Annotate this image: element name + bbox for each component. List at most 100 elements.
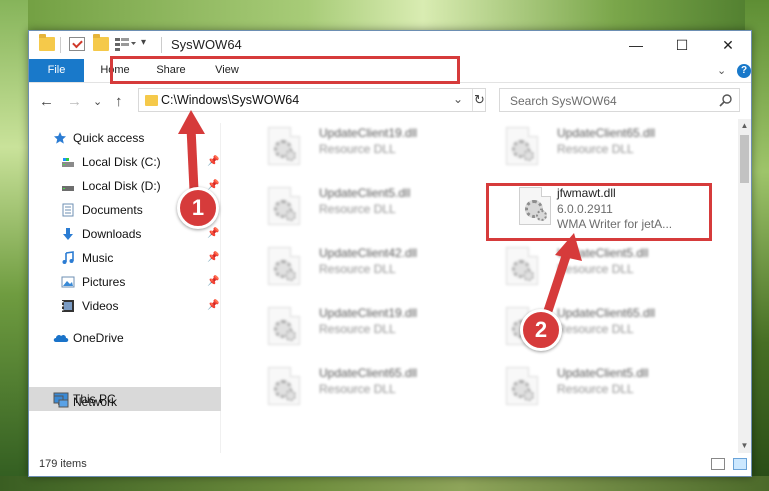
pin-icon[interactable]: 📌 bbox=[207, 252, 219, 263]
title-divider bbox=[60, 37, 61, 53]
item-count: 179 items bbox=[39, 458, 87, 470]
file-description: Resource DLL bbox=[319, 262, 396, 276]
scrollbar-thumb[interactable] bbox=[740, 135, 749, 183]
sidebar-item-network[interactable]: Network bbox=[29, 391, 221, 413]
dll-file-icon bbox=[519, 187, 551, 225]
title-divider bbox=[161, 37, 162, 53]
properties-icon[interactable] bbox=[69, 37, 85, 51]
status-bar: 179 items bbox=[29, 453, 751, 476]
address-path[interactable]: C:\Windows\SysWOW64 bbox=[161, 93, 299, 107]
file-item[interactable]: UpdateClient65.dll Resource DLL bbox=[484, 303, 704, 351]
file-list: UpdateClient19.dll Resource DLL UpdateCl… bbox=[224, 123, 738, 453]
dll-file-icon bbox=[268, 307, 300, 345]
file-description: Resource DLL bbox=[557, 322, 634, 336]
file-item[interactable]: UpdateClient65.dll Resource DLL bbox=[484, 123, 704, 171]
forward-button[interactable]: → bbox=[67, 93, 82, 110]
expand-ribbon-icon[interactable]: ⌄ bbox=[717, 64, 726, 77]
file-description: Resource DLL bbox=[557, 262, 634, 276]
callout-step-1: 1 bbox=[177, 187, 219, 229]
maximize-button[interactable]: ☐ bbox=[659, 31, 705, 59]
refresh-button[interactable]: ↻ bbox=[472, 89, 486, 111]
sidebar-item-videos[interactable]: Videos 📌 bbox=[29, 295, 221, 317]
file-name: UpdateClient65.dll bbox=[319, 366, 418, 380]
pictures-icon bbox=[61, 275, 75, 289]
file-description: Resource DLL bbox=[557, 382, 634, 396]
sidebar-item-quick-access[interactable]: Quick access bbox=[29, 127, 221, 149]
navigation-pane: Quick access Local Disk (C:) 📌 Local Dis… bbox=[29, 123, 221, 453]
back-button[interactable]: ← bbox=[39, 93, 54, 110]
file-description: Resource DLL bbox=[319, 142, 396, 156]
sidebar-item-label: Videos bbox=[82, 299, 119, 313]
file-name: UpdateClient65.dll bbox=[557, 306, 656, 320]
file-item[interactable]: UpdateClient5.dll Resource DLL bbox=[484, 363, 704, 411]
pin-icon[interactable]: 📌 bbox=[207, 276, 219, 287]
dll-file-icon bbox=[268, 247, 300, 285]
file-item[interactable]: UpdateClient5.dll Resource DLL bbox=[484, 243, 704, 291]
address-dropdown-button[interactable]: ⌄ bbox=[453, 92, 463, 106]
sidebar-item-local-disk-c[interactable]: Local Disk (C:) 📌 bbox=[29, 151, 221, 173]
sidebar-item-label: Downloads bbox=[82, 227, 142, 241]
file-name: UpdateClient19.dll bbox=[319, 306, 418, 320]
title-bar: ▾ SysWOW64 — ☐ ✕ bbox=[29, 31, 751, 59]
minimize-button[interactable]: — bbox=[613, 31, 659, 59]
dll-file-icon bbox=[506, 367, 538, 405]
file-description: Resource DLL bbox=[557, 142, 634, 156]
vertical-scrollbar[interactable]: ▲ ▼ bbox=[738, 119, 751, 453]
search-placeholder: Search SysWOW64 bbox=[510, 94, 617, 108]
recent-locations-button[interactable]: ⌄ bbox=[93, 95, 102, 108]
file-version: 6.0.0.2911 bbox=[557, 202, 613, 216]
pin-icon[interactable]: 📌 bbox=[207, 228, 219, 239]
file-item-jfwmawt[interactable]: jfwmawt.dll 6.0.0.2911 WMA Writer for je… bbox=[484, 183, 704, 231]
music-icon bbox=[61, 251, 75, 265]
tab-share[interactable]: Share bbox=[147, 59, 195, 82]
search-input[interactable]: Search SysWOW64 bbox=[499, 88, 740, 112]
tab-home[interactable]: Home bbox=[91, 59, 139, 82]
download-icon bbox=[61, 227, 75, 241]
search-icon[interactable] bbox=[719, 93, 733, 107]
file-item[interactable]: UpdateClient42.dll Resource DLL bbox=[246, 243, 466, 291]
up-button[interactable]: ↑ bbox=[115, 93, 123, 110]
file-item[interactable]: UpdateClient19.dll Resource DLL bbox=[246, 303, 466, 351]
file-description: Resource DLL bbox=[319, 202, 396, 216]
file-item[interactable]: UpdateClient65.dll Resource DLL bbox=[246, 363, 466, 411]
scroll-down-icon[interactable]: ▼ bbox=[738, 439, 751, 453]
sidebar-item-label: Documents bbox=[82, 203, 143, 217]
customize-quick-access-icon[interactable] bbox=[115, 37, 136, 51]
dll-file-icon bbox=[268, 127, 300, 165]
explorer-window: ▾ SysWOW64 — ☐ ✕ File Home Share View ⌄ … bbox=[28, 30, 752, 477]
sidebar-item-label: Music bbox=[82, 251, 114, 265]
pin-icon[interactable]: 📌 bbox=[207, 300, 219, 311]
close-button[interactable]: ✕ bbox=[705, 31, 751, 59]
pin-icon[interactable]: 📌 bbox=[207, 156, 219, 167]
documents-icon bbox=[61, 203, 75, 217]
folder-icon bbox=[39, 34, 55, 51]
sidebar-item-pictures[interactable]: Pictures 📌 bbox=[29, 271, 221, 293]
large-icons-view-icon[interactable] bbox=[733, 458, 747, 470]
file-name: jfwmawt.dll bbox=[557, 186, 616, 200]
help-icon[interactable]: ? bbox=[737, 64, 751, 78]
file-name: UpdateClient19.dll bbox=[319, 126, 418, 140]
sidebar-item-label: OneDrive bbox=[73, 331, 124, 345]
file-item[interactable]: UpdateClient19.dll Resource DLL bbox=[246, 123, 466, 171]
tab-file[interactable]: File bbox=[29, 59, 84, 82]
dll-file-icon bbox=[506, 247, 538, 285]
details-view-icon[interactable] bbox=[711, 458, 725, 470]
file-name: UpdateClient42.dll bbox=[319, 246, 418, 260]
window-title: SysWOW64 bbox=[171, 37, 242, 52]
callout-step-2: 2 bbox=[520, 309, 562, 351]
new-folder-icon[interactable] bbox=[93, 34, 109, 51]
file-item[interactable]: UpdateClient5.dll Resource DLL bbox=[246, 183, 466, 231]
scroll-up-icon[interactable]: ▲ bbox=[738, 119, 751, 133]
address-bar[interactable]: C:\Windows\SysWOW64 ⌄ ↻ bbox=[138, 88, 486, 112]
sidebar-item-label: Network bbox=[73, 395, 118, 409]
sidebar-item-label: Local Disk (C:) bbox=[82, 155, 161, 169]
sidebar-item-onedrive[interactable]: OneDrive bbox=[29, 327, 221, 349]
file-name: UpdateClient5.dll bbox=[557, 366, 649, 380]
sidebar-item-label: Pictures bbox=[82, 275, 126, 289]
sidebar-item-music[interactable]: Music 📌 bbox=[29, 247, 221, 269]
drive-icon bbox=[61, 155, 75, 169]
dropdown-arrow-icon[interactable]: ▾ bbox=[141, 37, 157, 51]
tab-view[interactable]: View bbox=[203, 59, 251, 82]
navigation-bar: ← → ⌄ ↑ C:\Windows\SysWOW64 ⌄ ↻ Search S… bbox=[29, 84, 751, 118]
drive-icon bbox=[61, 179, 75, 193]
